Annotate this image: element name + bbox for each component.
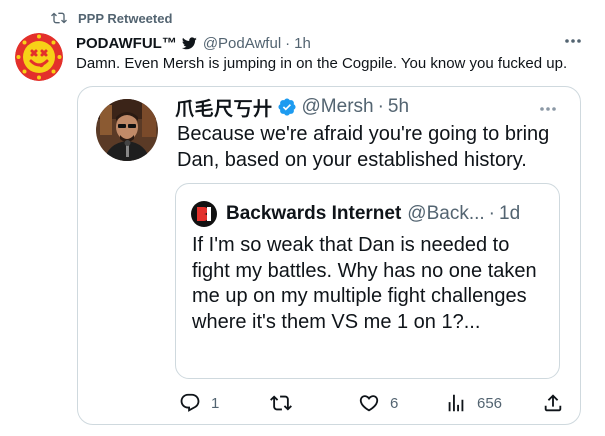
author-name[interactable]: PODAWFUL™ (76, 35, 177, 52)
tweet-time[interactable]: 1h (294, 35, 311, 52)
tweet-text: Damn. Even Mersh is jumping in on the Co… (76, 55, 568, 72)
reply-button[interactable]: 1 (179, 388, 219, 418)
mersh-avatar-icon (96, 99, 158, 161)
share-icon (544, 394, 562, 412)
inner-time[interactable]: 1d (499, 203, 520, 225)
author-avatar[interactable] (15, 33, 63, 81)
separator-dot: · (285, 34, 291, 52)
retweet-label: PPP Retweeted (78, 10, 173, 26)
more-icon (540, 107, 556, 111)
quote-text: Because we're afraid you're going to bri… (177, 123, 550, 171)
quote-author-avatar[interactable] (96, 99, 158, 161)
inner-quote-header: Backwards Internet @Back... · 1d (191, 201, 520, 227)
verified-badge-icon (277, 98, 296, 116)
author-handle[interactable]: @PodAwful (203, 35, 281, 52)
retweet-icon (51, 12, 67, 24)
quote-more-options[interactable] (538, 101, 558, 111)
retweet-icon (270, 395, 292, 411)
separator-dot: · (377, 96, 384, 117)
like-button[interactable]: 6 (358, 388, 398, 418)
podawful-logo-icon (15, 33, 63, 81)
inner-author-handle[interactable]: @Back... (407, 203, 484, 225)
backwards-internet-logo-icon[interactable] (191, 201, 217, 227)
share-button[interactable] (542, 388, 564, 418)
retweet-context[interactable]: PPP Retweeted (50, 10, 172, 26)
more-options-button[interactable] (563, 34, 583, 46)
tweet-header: PODAWFUL™ @PodAwful · 1h (76, 33, 311, 53)
tweet-actions: 1 6 656 (0, 388, 605, 418)
bird-icon (181, 36, 197, 49)
like-count: 6 (390, 394, 399, 412)
quote-header: 爪毛尺丂廾 @Mersh · 5h (175, 94, 409, 121)
more-icon (565, 39, 581, 43)
quote-author-name[interactable]: 爪毛尺丂廾 (175, 94, 273, 121)
quote-author-handle[interactable]: @Mersh (302, 96, 374, 118)
reply-count: 1 (211, 394, 220, 412)
quote-time[interactable]: 5h (388, 96, 409, 118)
heart-icon (359, 395, 379, 412)
views-count: 656 (477, 394, 503, 412)
views-button[interactable]: 656 (445, 388, 502, 418)
inner-quote-text: If I'm so weak that Dan is needed to fig… (192, 234, 537, 333)
separator-dot: · (488, 203, 495, 224)
retweet-button[interactable] (270, 388, 302, 418)
views-chart-icon (448, 394, 464, 412)
reply-icon (180, 393, 200, 412)
inner-author-name[interactable]: Backwards Internet (226, 203, 401, 225)
